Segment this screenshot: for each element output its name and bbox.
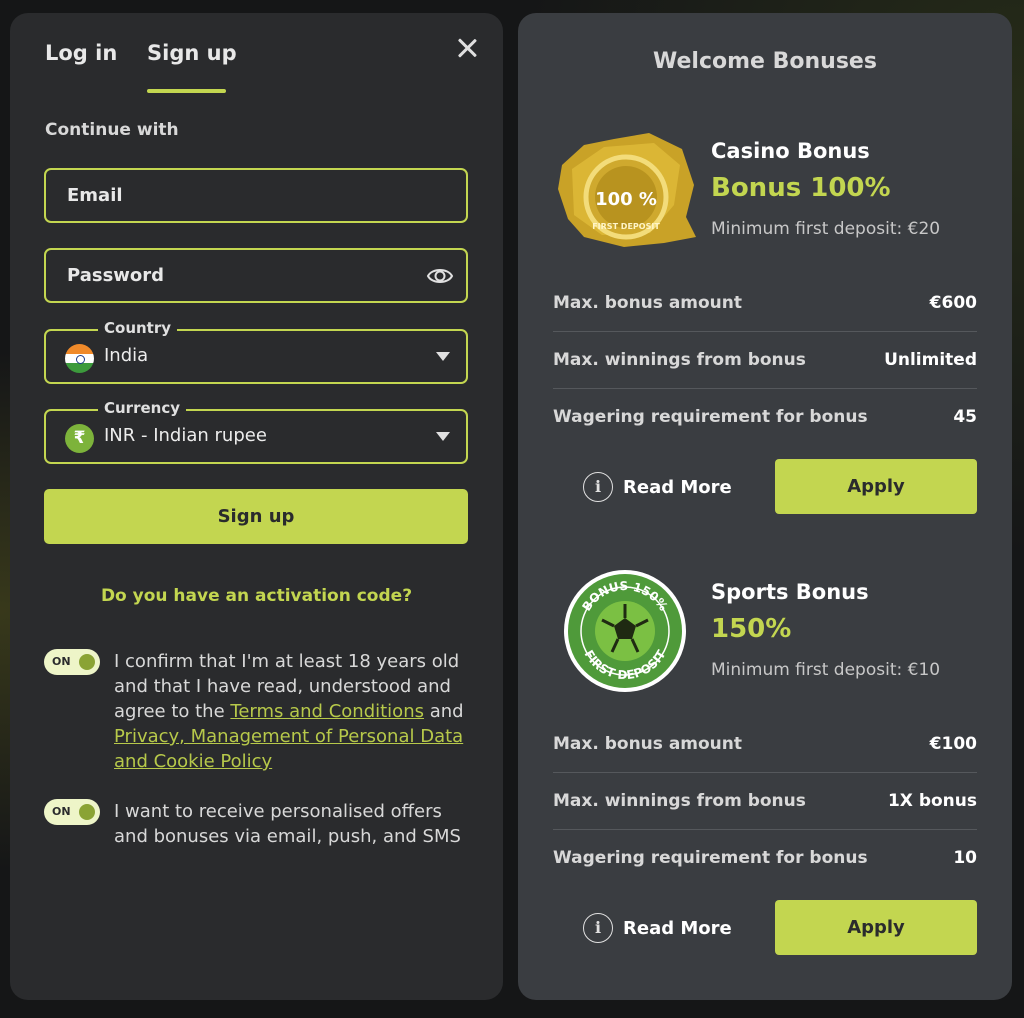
row-value: 10 [953,847,977,868]
casino-bonus-highlight: Bonus 100% [711,173,891,203]
password-field[interactable]: Password [44,248,468,303]
india-flag-icon [65,344,94,373]
row-label: Max. winnings from bonus [553,350,806,370]
toggle-knob [79,804,95,820]
privacy-policy-link[interactable]: Privacy, Management of Personal Data and… [114,726,463,772]
row-label: Wagering requirement for bonus [553,847,868,868]
casino-badge-percent: 100 % [595,189,657,210]
row-label: Wagering requirement for bonus [553,406,868,427]
chevron-down-icon [436,352,450,361]
casino-read-more-button[interactable]: i Read More [583,472,732,502]
age-terms-consent-text: I confirm that I'm at least 18 years old… [114,649,474,774]
welcome-bonuses-panel: Welcome Bonuses 100 % FIRST DEPOSIT Casi… [518,13,1012,1000]
consent-text-middle: and [423,701,464,722]
info-icon: i [583,472,613,502]
email-field[interactable]: Email [44,168,468,223]
casino-row-wagering: Wagering requirement for bonus 45 [553,388,977,445]
terms-link[interactable]: Terms and Conditions [230,701,424,722]
row-label: Max. winnings from bonus [553,791,806,811]
casino-row-max-winnings: Max. winnings from bonus Unlimited [553,332,977,389]
row-value: €600 [929,293,977,313]
toggle-state: ON [52,805,71,818]
sports-row-max-bonus: Max. bonus amount €100 [553,716,977,773]
currency-value: INR - Indian rupee [104,425,267,446]
sports-min-deposit: Minimum first deposit: €10 [711,660,941,680]
currency-label: Currency [98,399,187,417]
row-value: Unlimited [884,350,977,370]
bonuses-title: Welcome Bonuses [653,49,877,74]
casino-badge-text: FIRST DEPOSIT [592,222,660,231]
country-select[interactable]: Country India [44,319,468,384]
close-icon[interactable] [452,33,482,63]
chevron-down-icon [436,432,450,441]
casino-apply-button[interactable]: Apply [775,459,977,514]
active-tab-indicator [147,89,226,93]
continue-with-label: Continue with [45,120,179,140]
row-value: 1X bonus [887,791,977,811]
age-terms-toggle[interactable]: ON [44,649,100,675]
toggle-state: ON [52,655,71,668]
sports-bonus-title: Sports Bonus [711,580,869,604]
marketing-toggle[interactable]: ON [44,799,100,825]
sports-row-wagering: Wagering requirement for bonus 10 [553,829,977,886]
signup-button[interactable]: Sign up [44,489,468,544]
row-value: 45 [953,406,977,427]
sports-row-max-winnings: Max. winnings from bonus 1X bonus [553,773,977,830]
casino-min-deposit: Minimum first deposit: €20 [711,219,941,239]
country-label: Country [98,319,178,337]
info-icon: i [583,913,613,943]
password-placeholder: Password [67,265,165,286]
country-value: India [104,345,149,366]
read-more-label: Read More [623,917,732,939]
sports-bonus-badge-icon: BONUS 150% FIRST DEPOSIT [564,570,686,692]
casino-row-max-bonus: Max. bonus amount €600 [553,275,977,332]
sports-apply-button[interactable]: Apply [775,900,977,955]
rupee-icon: ₹ [65,424,94,453]
tab-signup[interactable]: Sign up [147,41,237,65]
auth-panel: Log in Sign up Continue with Email Passw… [10,13,503,1000]
casino-bonus-title: Casino Bonus [711,139,870,163]
row-value: €100 [929,734,977,754]
casino-bonus-badge-icon: 100 % FIRST DEPOSIT [558,133,696,247]
sports-read-more-button[interactable]: i Read More [583,913,732,943]
sports-bonus-highlight: 150% [711,614,792,644]
activation-code-link[interactable]: Do you have an activation code? [10,586,503,606]
marketing-consent-text: I want to receive personalised offers an… [114,801,461,847]
tab-login[interactable]: Log in [45,41,117,65]
row-label: Max. bonus amount [553,734,743,754]
currency-select[interactable]: Currency ₹ INR - Indian rupee [44,399,468,464]
eye-icon[interactable] [426,264,454,288]
read-more-label: Read More [623,476,732,498]
email-placeholder: Email [67,185,123,206]
toggle-knob [79,654,95,670]
row-label: Max. bonus amount [553,293,743,313]
